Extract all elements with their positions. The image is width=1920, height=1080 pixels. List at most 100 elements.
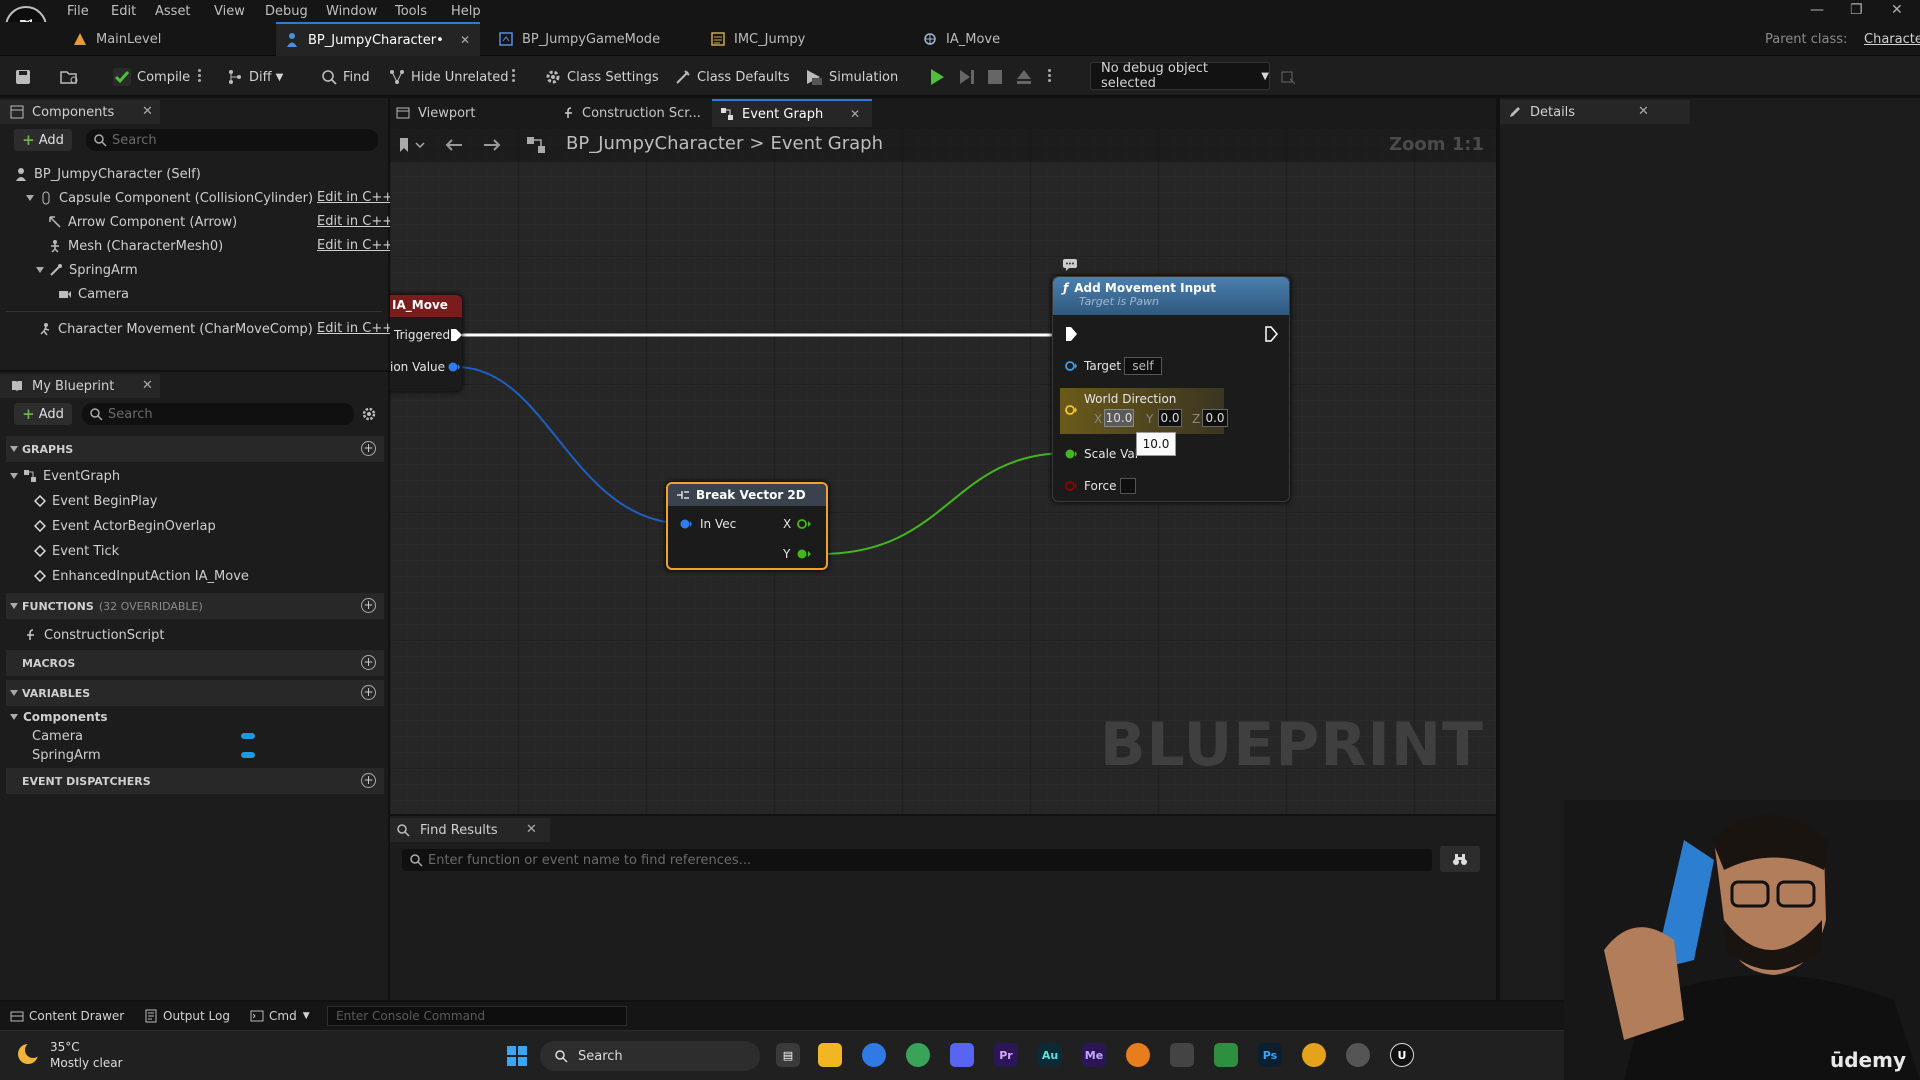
lock-app-icon[interactable] <box>1214 1043 1238 1067</box>
menu-debug[interactable]: Debug <box>265 4 308 19</box>
premiere-icon[interactable]: Pr <box>994 1043 1018 1067</box>
force-checkbox[interactable] <box>1120 478 1136 494</box>
expand-caret-icon[interactable] <box>10 473 18 479</box>
exec-out-pin-icon[interactable] <box>1264 326 1278 342</box>
component-mesh[interactable]: Mesh (CharacterMesh0) <box>48 235 223 257</box>
diff-button[interactable]: Diff ▼ <box>226 66 283 88</box>
compile-options-icon[interactable] <box>198 68 202 84</box>
event-graph-item[interactable]: EventGraph <box>10 465 120 487</box>
menu-file[interactable]: File <box>67 4 89 19</box>
struct-pin-icon[interactable] <box>447 361 461 373</box>
tab-bp-jumpy-character[interactable]: BP_JumpyCharacter• ✕ <box>276 22 480 56</box>
float-pin-empty-icon[interactable] <box>796 518 812 530</box>
play-button[interactable] <box>928 66 951 88</box>
world-direction-y-input[interactable]: 0.0 <box>1158 409 1182 427</box>
menu-help[interactable]: Help <box>451 4 481 19</box>
add-component-button[interactable]: + Add <box>14 129 72 151</box>
xbox-icon[interactable] <box>906 1043 930 1067</box>
component-camera[interactable]: Camera <box>58 283 129 305</box>
graph-canvas[interactable]: BP_JumpyCharacter > Event Graph Zoom 1:1… <box>390 128 1496 814</box>
float-pin-connected-icon[interactable] <box>796 548 812 560</box>
tab-viewport[interactable]: Viewport <box>390 100 550 126</box>
edit-in-cpp-link[interactable]: Edit in C++ <box>317 214 393 229</box>
file-explorer-icon[interactable] <box>818 1043 842 1067</box>
add-variable-icon[interactable]: + <box>361 685 376 700</box>
gear-icon[interactable] <box>361 406 377 422</box>
ia-move-event-node[interactable]: IA_Move <box>390 295 462 391</box>
struct-pin-icon[interactable] <box>679 518 693 530</box>
content-drawer-button[interactable]: Content Drawer <box>10 1005 124 1027</box>
close-components-icon[interactable]: ✕ <box>142 104 153 119</box>
app-face-icon[interactable] <box>1302 1043 1326 1067</box>
component-springarm[interactable]: SpringArm <box>36 259 138 281</box>
add-graph-icon[interactable]: + <box>361 441 376 456</box>
close-my-blueprint-icon[interactable]: ✕ <box>142 378 153 393</box>
stop-button[interactable] <box>987 66 1008 88</box>
tab-event-graph[interactable]: Event Graph ✕ <box>712 99 872 127</box>
media-encoder-icon[interactable]: Me <box>1082 1043 1106 1067</box>
menu-asset[interactable]: Asset <box>155 4 191 19</box>
compile-button[interactable]: Compile <box>112 66 190 88</box>
debug-object-select[interactable]: No debug object selected ▼ <box>1090 61 1270 91</box>
add-function-icon[interactable]: + <box>361 598 376 613</box>
close-find-results-icon[interactable]: ✕ <box>526 822 537 837</box>
blender-icon[interactable] <box>1126 1043 1150 1067</box>
variables-section[interactable]: VARIABLES + <box>6 680 384 706</box>
audition-icon[interactable]: Au <box>1038 1043 1062 1067</box>
save-button[interactable] <box>14 66 37 88</box>
expand-caret-icon[interactable] <box>26 195 34 201</box>
close-details-icon[interactable]: ✕ <box>1638 104 1649 119</box>
float-pin-connected-icon[interactable] <box>1064 448 1078 460</box>
expand-caret-icon[interactable] <box>10 714 18 720</box>
discord-icon[interactable] <box>950 1043 974 1067</box>
component-character-movement[interactable]: Character Movement (CharMoveComp) <box>38 318 313 340</box>
add-dispatcher-icon[interactable]: + <box>361 773 376 788</box>
find-button[interactable]: Find <box>320 66 370 88</box>
event-item[interactable]: Event BeginPlay <box>34 490 158 512</box>
clapperboard-icon[interactable] <box>1170 1043 1194 1067</box>
weather-condition[interactable]: Mostly clear <box>50 1056 123 1070</box>
debug-filter-button[interactable] <box>1280 66 1301 88</box>
tab-construction-script[interactable]: Construction Scr... <box>556 100 716 126</box>
close-tab-icon[interactable]: ✕ <box>460 33 470 47</box>
world-direction-x-input[interactable]: 10.0 <box>1104 409 1134 427</box>
chrome-icon[interactable] <box>862 1043 886 1067</box>
component-capsule[interactable]: Capsule Component (CollisionCylinder) <box>26 187 313 209</box>
eject-button[interactable] <box>1015 66 1038 88</box>
play-options-icon[interactable] <box>1048 68 1052 84</box>
taskbar-search[interactable]: Search <box>540 1041 760 1071</box>
component-arrow[interactable]: Arrow Component (Arrow) <box>48 211 237 233</box>
event-item[interactable]: EnhancedInputAction IA_Move <box>34 565 249 587</box>
comment-bubble-icon[interactable] <box>1062 258 1078 272</box>
add-blueprint-item-button[interactable]: + Add <box>14 403 72 425</box>
close-window-icon[interactable]: ✕ <box>1891 2 1903 18</box>
restore-icon[interactable]: ❐ <box>1850 2 1863 18</box>
hide-unrelated-options-icon[interactable] <box>512 68 516 84</box>
macros-section[interactable]: MACROS + <box>6 650 384 676</box>
photoshop-icon[interactable]: Ps <box>1258 1043 1282 1067</box>
object-pin-icon[interactable] <box>1064 360 1078 372</box>
step-button[interactable] <box>958 66 981 88</box>
simulation-button[interactable]: Simulation <box>804 66 898 88</box>
find-all-blueprints-button[interactable] <box>1440 846 1480 872</box>
console-command-input[interactable]: Enter Console Command <box>327 1006 627 1026</box>
graphs-section[interactable]: GRAPHS + <box>6 436 384 462</box>
browse-button[interactable] <box>60 66 85 88</box>
close-tab-icon[interactable]: ✕ <box>850 107 860 121</box>
vector-pin-icon[interactable] <box>1064 404 1078 416</box>
menu-view[interactable]: View <box>214 4 245 19</box>
edit-in-cpp-link[interactable]: Edit in C++ <box>317 190 393 205</box>
my-blueprint-search-input[interactable]: Search <box>82 403 354 425</box>
event-dispatchers-section[interactable]: EVENT DISPATCHERS + <box>6 768 384 794</box>
class-defaults-button[interactable]: Class Defaults <box>674 66 790 88</box>
task-view-icon[interactable]: ▤ <box>776 1043 800 1067</box>
tab-imc-jumpy[interactable]: IMC_Jumpy <box>702 22 902 56</box>
hide-unrelated-button[interactable]: Hide Unrelated <box>388 66 509 88</box>
obs-icon[interactable] <box>1346 1043 1370 1067</box>
menu-window[interactable]: Window <box>326 4 377 19</box>
weather-temp[interactable]: 35°C <box>50 1040 80 1054</box>
tab-ia-move[interactable]: IA_Move <box>914 22 1114 56</box>
target-value-field[interactable]: self <box>1124 357 1162 375</box>
functions-section[interactable]: FUNCTIONS (32 OVERRIDABLE) + <box>6 593 384 619</box>
function-item[interactable]: ConstructionScript <box>24 624 164 646</box>
